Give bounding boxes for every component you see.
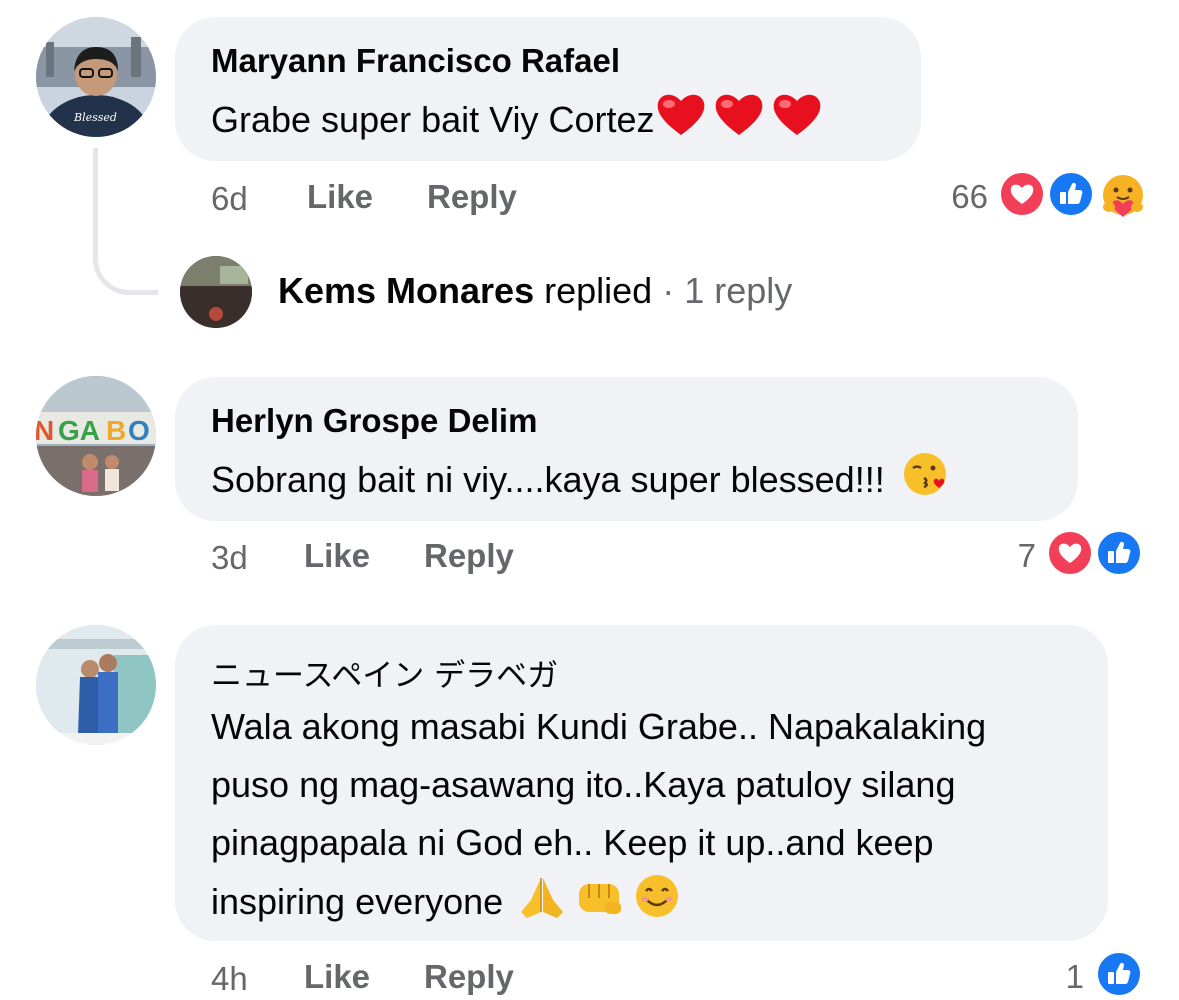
comment-text-content: Sobrang bait ni viy....kaya super blesse… <box>211 459 885 501</box>
reply-author-name[interactable]: Kems Monares <box>278 270 534 311</box>
svg-text:N: N <box>36 415 54 446</box>
thread-connector-line <box>93 148 158 295</box>
thumbs-up-icon[interactable] <box>1095 950 1143 998</box>
red-heart-emoji <box>655 90 707 155</box>
reaction-count[interactable]: 7 <box>960 537 1036 575</box>
reply-count[interactable]: 1 reply <box>684 270 792 311</box>
comment-text-line: Wala akong masabi Kundi Grabe.. Napakala… <box>211 706 987 747</box>
comment-text-content: Grabe super bait Viy Cortez <box>211 99 655 141</box>
heart-icon[interactable] <box>1046 529 1094 577</box>
svg-text:O: O <box>128 415 150 446</box>
reply-button[interactable]: Reply <box>427 178 517 216</box>
red-heart-emoji <box>713 90 765 155</box>
comment-timestamp[interactable]: 3d <box>211 539 248 577</box>
care-icon[interactable] <box>1096 170 1144 218</box>
comment-author-name[interactable]: ニュースペイン デラベガ <box>211 650 558 695</box>
reaction-count[interactable]: 1 <box>1040 958 1084 996</box>
avatar-kems[interactable] <box>180 256 252 328</box>
svg-text:Blessed: Blessed <box>73 111 117 124</box>
thumbs-up-icon[interactable] <box>1095 529 1143 577</box>
like-button[interactable]: Like <box>304 537 370 575</box>
folded-hands-emoji <box>517 872 567 937</box>
smiling-face-emoji <box>633 872 681 937</box>
reply-button[interactable]: Reply <box>424 958 514 996</box>
reply-button[interactable]: Reply <box>424 537 514 575</box>
reply-summary[interactable]: Kems Monares replied · 1 reply <box>278 270 792 312</box>
comment-timestamp[interactable]: 6d <box>211 180 248 218</box>
comment-text-line: pinagpapala ni God eh.. Keep it up..and … <box>211 822 934 863</box>
like-button[interactable]: Like <box>307 178 373 216</box>
heart-icon[interactable] <box>998 170 1046 218</box>
svg-text:GA: GA <box>58 415 100 446</box>
comment-author-name[interactable]: Herlyn Grospe Delim <box>211 402 537 440</box>
like-button[interactable]: Like <box>304 958 370 996</box>
reaction-count[interactable]: 66 <box>900 178 988 216</box>
oncoming-fist-emoji <box>575 872 625 937</box>
red-heart-emoji <box>771 90 823 155</box>
comment-text-line: puso ng mag-asawang ito..Kaya patuloy si… <box>211 764 956 805</box>
avatar-herlyn[interactable]: N GA B O <box>36 376 156 496</box>
svg-text:B: B <box>106 415 126 446</box>
comment-text: Sobrang bait ni viy....kaya super blesse… <box>211 450 949 515</box>
avatar-maryann[interactable]: Blessed <box>36 17 156 137</box>
face-blowing-kiss-emoji <box>901 450 949 515</box>
comment-text-line-last: inspiring everyone <box>211 872 986 937</box>
avatar-dela-vega[interactable] <box>36 625 156 745</box>
reply-verb: replied <box>544 270 653 311</box>
thumbs-up-icon[interactable] <box>1047 170 1095 218</box>
comment-author-name[interactable]: Maryann Francisco Rafael <box>211 42 620 80</box>
comment-timestamp[interactable]: 4h <box>211 960 248 998</box>
comment-text: Grabe super bait Viy Cortez <box>211 90 823 155</box>
comment-text: Wala akong masabi Kundi Grabe.. Napakala… <box>211 698 986 937</box>
reply-separator: · <box>662 270 675 311</box>
comment-text-line: inspiring everyone <box>211 881 504 923</box>
